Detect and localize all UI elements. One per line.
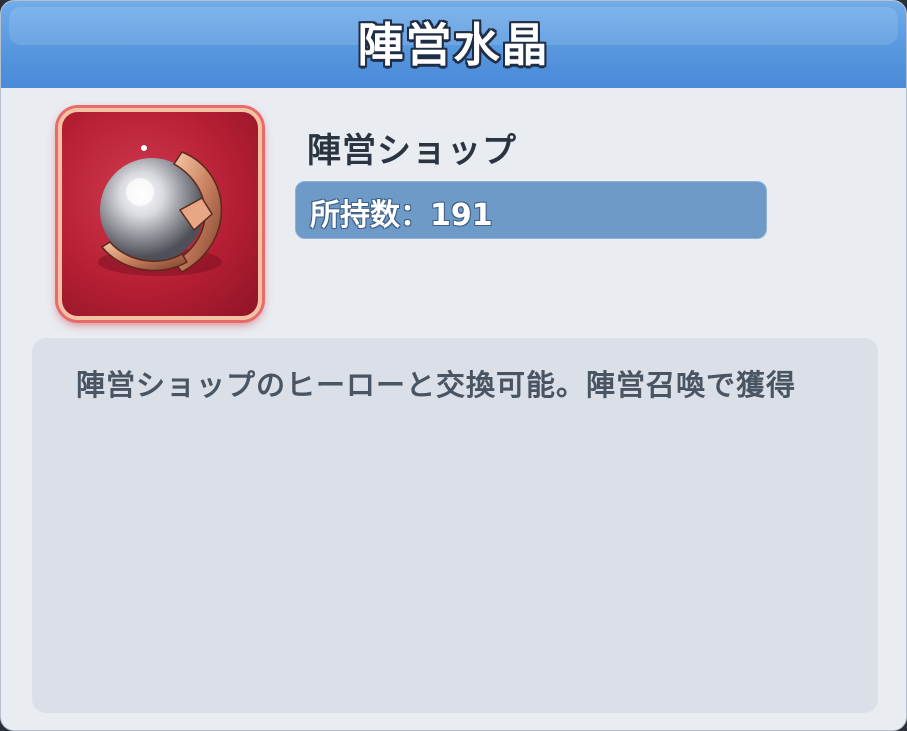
owned-count: 所持数：191 — [310, 190, 493, 234]
owned-count-value: 191 — [430, 198, 493, 233]
dialog-title: 陣営水晶 — [357, 18, 550, 72]
owned-count-bar: 所持数：191 — [295, 181, 767, 239]
item-description: 陣営ショップのヒーローと交換可能。陣営召喚で獲得 — [76, 368, 797, 402]
item-info-dialog: 陣営水晶 陣営ショップ 所持数：191 陣営ショップのヒーローと交換可能。陣営召… — [0, 0, 907, 731]
crystal-orb-graphic — [98, 145, 223, 276]
dialog-header: 陣営水晶 — [1, 1, 906, 88]
crystal-orb-icon — [58, 108, 262, 320]
item-name: 陣営ショップ — [307, 131, 517, 171]
description-box: 陣営ショップのヒーローと交換可能。陣営召喚で獲得 — [32, 338, 878, 713]
owned-count-label: 所持数： — [310, 198, 430, 233]
